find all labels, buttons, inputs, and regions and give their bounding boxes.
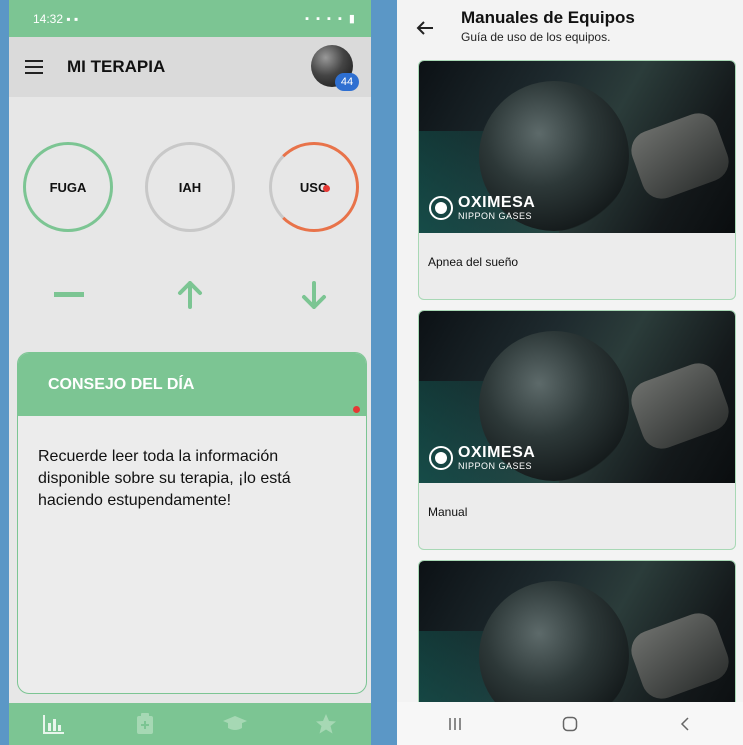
logo-brand: OXIMESA <box>458 444 536 461</box>
manual-card[interactable]: OXIMESA NIPPON GASES Apnea del sueño <box>418 60 736 300</box>
logo-brand: OXIMESA <box>458 194 536 211</box>
logo-mark-icon <box>429 196 453 220</box>
avatar-badge: 44 <box>335 73 359 91</box>
graduation-cap-icon[interactable] <box>222 712 248 736</box>
alert-dot <box>353 406 360 413</box>
oximesa-logo: OXIMESA NIPPON GASES <box>429 445 535 471</box>
therapy-screen: 14:32 ▪ ▪ ▪ ▪ ▪ ▪ ▮ MI TERAPIA 44 FUGA I… <box>9 0 371 745</box>
manual-thumbnail: OXIMESA NIPPON GASES <box>419 61 735 233</box>
manual-card-label: Manual <box>428 505 468 519</box>
menu-icon[interactable] <box>25 60 43 74</box>
page-title: MI TERAPIA <box>67 57 166 76</box>
home-icon[interactable] <box>555 712 585 736</box>
gauge-iah[interactable]: IAH <box>145 142 235 232</box>
status-system-icons: ▪ ▪ ▪ ▪ ▮ <box>305 13 357 25</box>
page-title: Manuales de Equipos <box>461 8 635 27</box>
tip-title: CONSEJO DEL DÍA <box>18 353 366 416</box>
status-time: 14:32 <box>33 11 64 26</box>
manuals-screen: Manuales de Equipos Guía de uso de los e… <box>397 0 743 745</box>
status-bar: 14:32 ▪ ▪ ▪ ▪ ▪ ▪ ▮ <box>9 0 371 37</box>
status-notification-icons: ▪ ▪ <box>66 11 79 26</box>
logo-sub: NIPPON GASES <box>458 461 533 471</box>
gauge-fuga[interactable]: FUGA <box>23 142 113 232</box>
star-icon[interactable] <box>313 712 339 736</box>
logo-mark-icon <box>429 446 453 470</box>
manual-card[interactable]: OXIMESA NIPPON GASES Manual <box>418 310 736 550</box>
back-icon[interactable] <box>670 712 700 736</box>
page-subtitle: Guía de uso de los equipos. <box>461 30 611 44</box>
oximesa-logo: OXIMESA NIPPON GASES <box>429 195 535 221</box>
dash-icon <box>49 280 89 310</box>
gauge-label: IAH <box>178 179 202 195</box>
gauge-uso[interactable]: USO <box>269 142 359 232</box>
bottom-nav <box>9 703 371 745</box>
tip-text: Recuerde leer toda la información dispon… <box>38 448 291 509</box>
arrow-down-icon <box>294 280 334 310</box>
system-nav-bar <box>397 702 743 745</box>
app-bar: MI TERAPIA 44 <box>9 37 371 97</box>
back-arrow-icon[interactable] <box>411 14 439 42</box>
tip-card: CONSEJO DEL DÍA Recuerde leer toda la in… <box>17 352 367 694</box>
alert-dot <box>323 185 330 192</box>
gauge-label: FUGA <box>49 179 87 195</box>
manual-card-label: Apnea del sueño <box>428 255 519 269</box>
manual-thumbnail: OXIMESA NIPPON GASES <box>419 311 735 483</box>
chart-icon[interactable] <box>41 712 67 736</box>
manual-card[interactable] <box>418 560 736 720</box>
app-bar: Manuales de Equipos Guía de uso de los e… <box>397 0 743 57</box>
logo-sub: NIPPON GASES <box>458 211 533 221</box>
recent-apps-icon[interactable] <box>440 712 470 736</box>
clipboard-icon[interactable] <box>132 712 158 736</box>
arrow-up-icon <box>170 280 210 310</box>
manual-thumbnail <box>419 561 735 719</box>
avatar[interactable]: 44 <box>311 45 359 91</box>
